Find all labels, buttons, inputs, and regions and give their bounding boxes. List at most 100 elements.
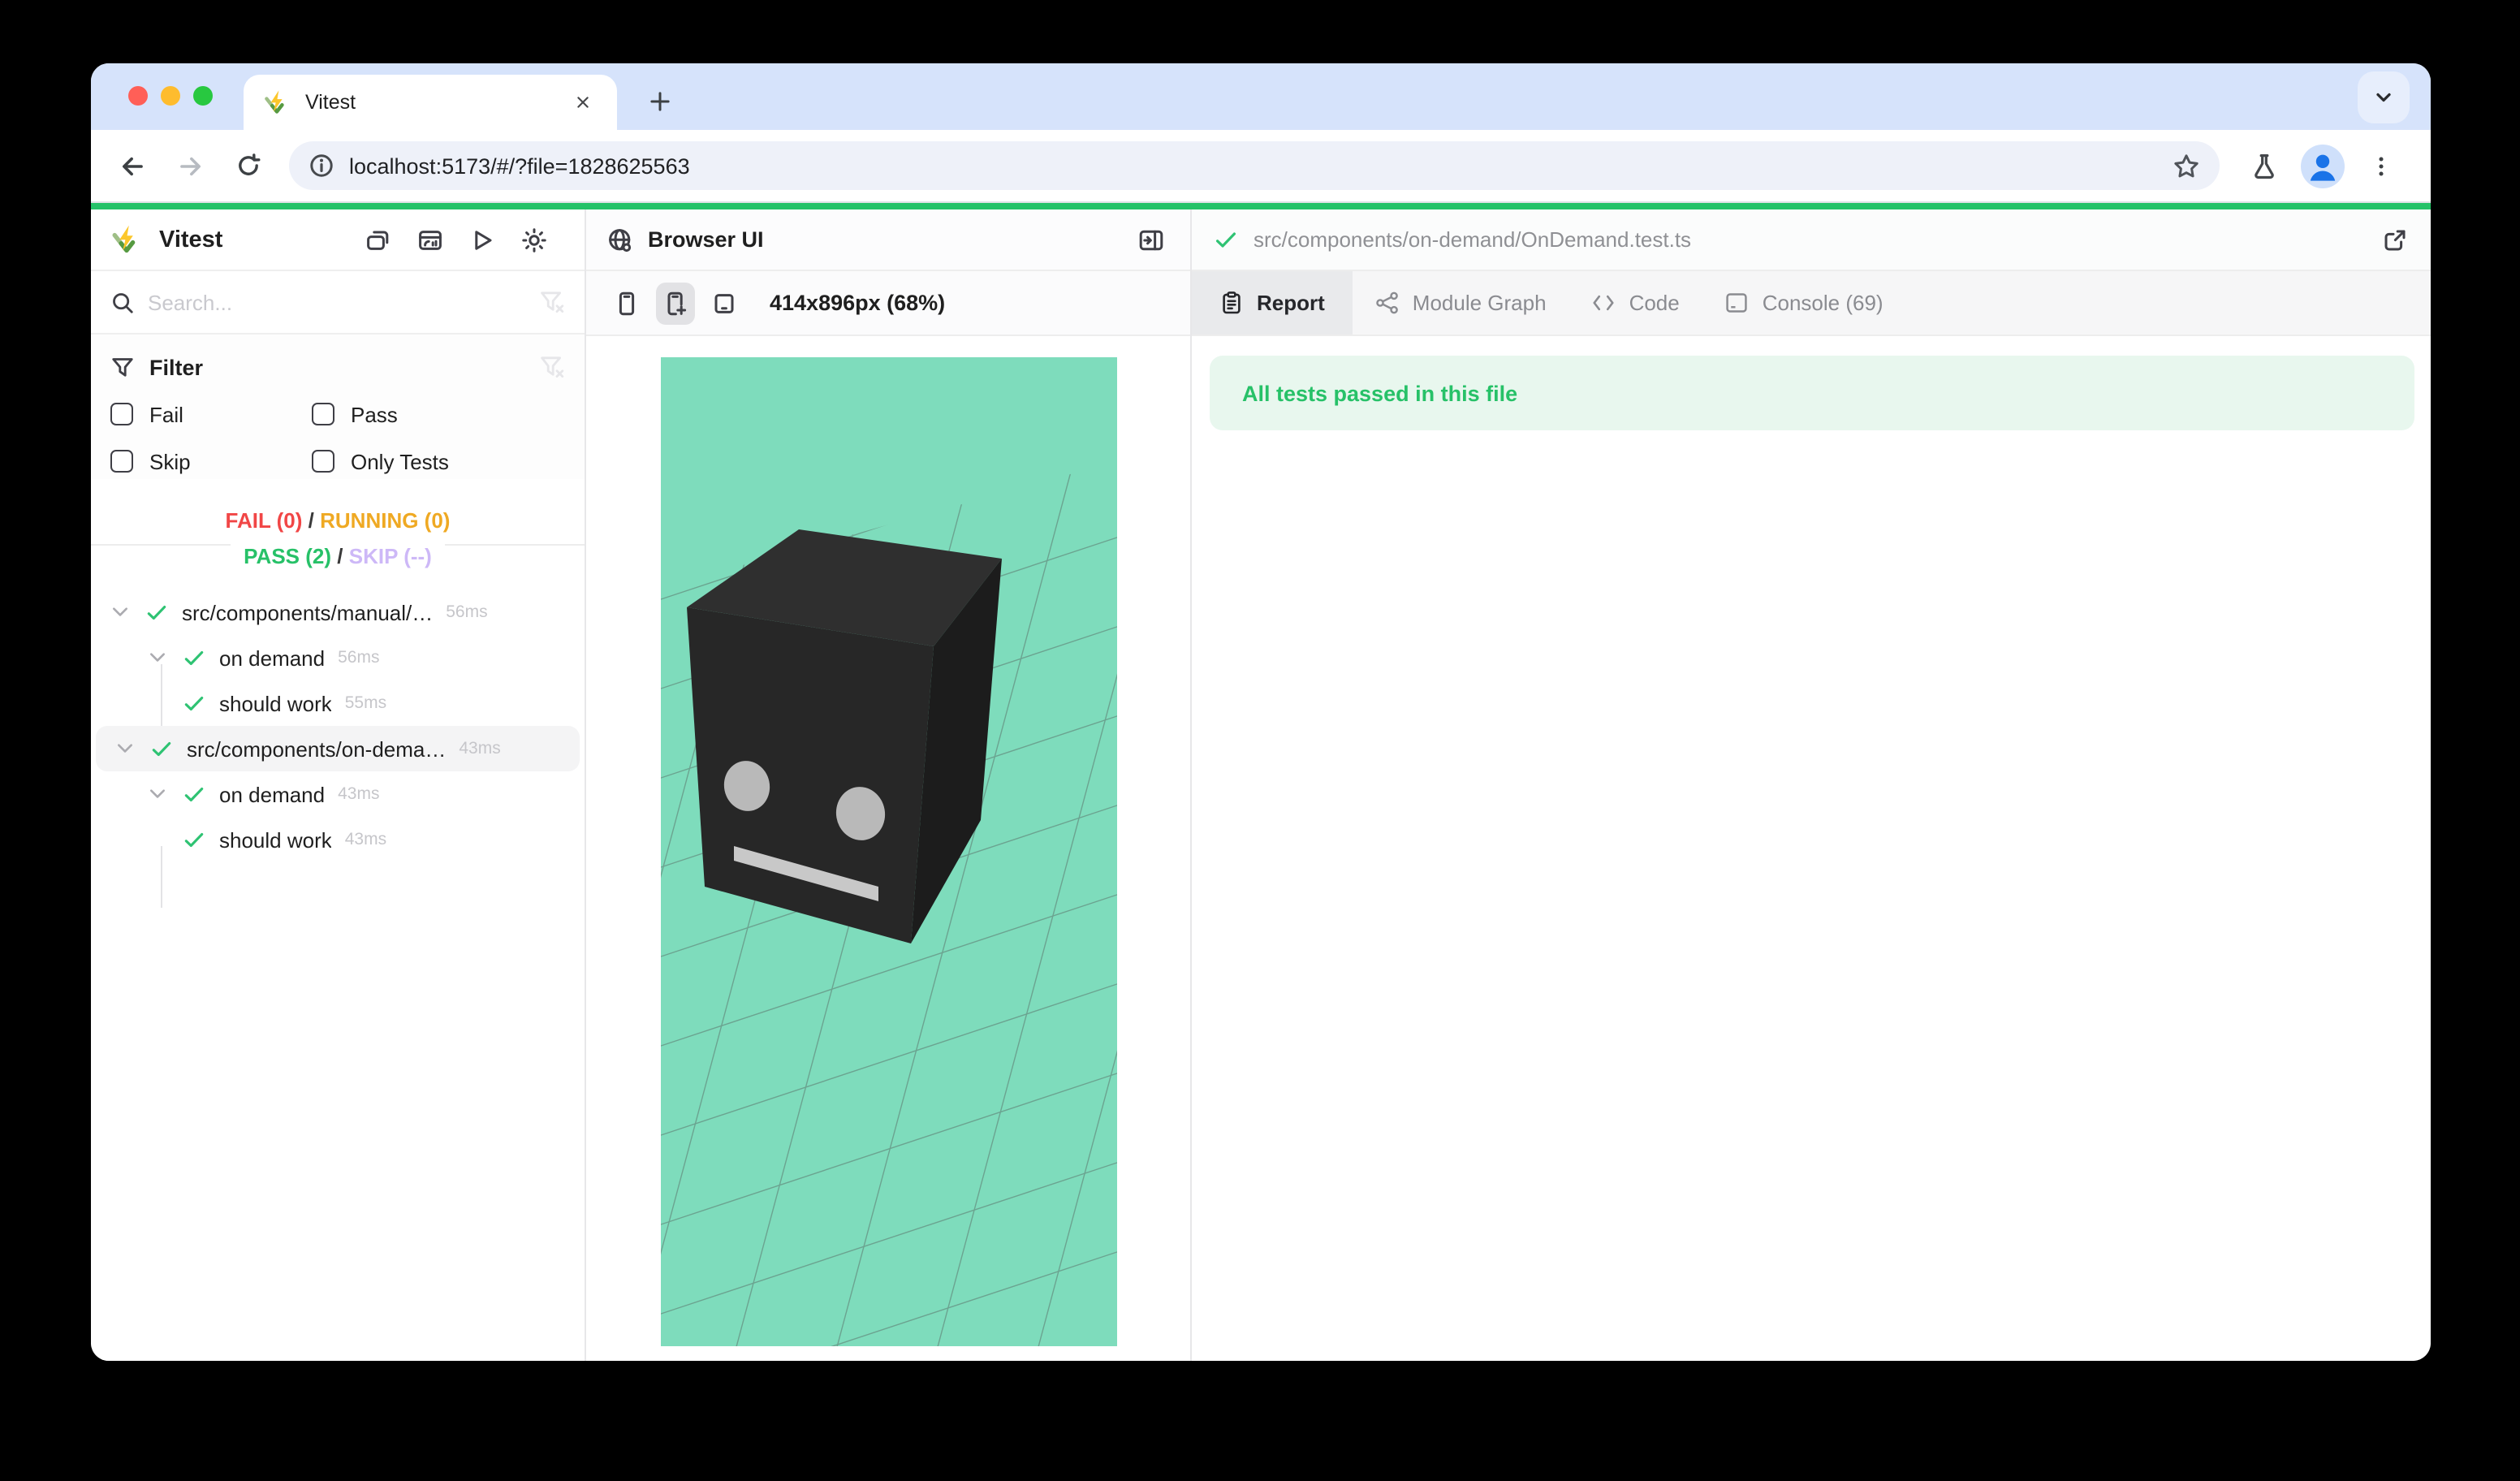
browser-menu-icon[interactable] <box>2356 141 2405 190</box>
banner-text: All tests passed in this file <box>1242 381 1517 405</box>
checkbox[interactable] <box>110 450 133 473</box>
pass-count: PASS (2) <box>244 544 331 568</box>
threejs-scene <box>661 357 1117 1346</box>
dashboard-icon[interactable] <box>412 222 448 257</box>
browser-tab-strip: Vitest <box>91 63 2431 130</box>
back-button[interactable] <box>107 141 156 190</box>
duration-badge: 43ms <box>345 830 386 849</box>
tree-suite-row[interactable]: on demand 56ms <box>91 635 585 680</box>
clipboard-icon <box>1219 291 1244 315</box>
device-phone-icon[interactable] <box>607 282 646 324</box>
tab-report[interactable]: Report <box>1192 271 1353 335</box>
tree-file-row[interactable]: src/components/manual/… 56ms <box>91 589 585 635</box>
filter-checkbox-skip[interactable]: Skip <box>110 443 312 479</box>
reload-button[interactable] <box>224 141 273 190</box>
test-tree: src/components/manual/… 56ms on demand 5… <box>91 589 585 1361</box>
chevron-down-icon[interactable] <box>146 784 169 804</box>
fail-count: FAIL (0) <box>226 508 303 533</box>
report-panel: src/components/on-demand/OnDemand.test.t… <box>1192 209 2431 1361</box>
close-window-button[interactable] <box>128 86 148 106</box>
report-file-path: src/components/on-demand/OnDemand.test.t… <box>1254 227 2382 252</box>
filter-checkbox-only-tests[interactable]: Only Tests <box>312 443 565 479</box>
duration-badge: 56ms <box>338 648 379 667</box>
tree-suite-row[interactable]: on demand 43ms <box>91 771 585 817</box>
code-icon <box>1592 291 1616 315</box>
all-tests-passed-banner: All tests passed in this file <box>1210 356 2414 430</box>
duration-badge: 55ms <box>345 693 386 713</box>
tab-search-chevron-button[interactable] <box>2358 71 2410 123</box>
theme-toggle-sun-icon[interactable] <box>516 222 552 257</box>
test-explorer-sidebar: Vitest <box>91 209 586 1361</box>
report-file-header: src/components/on-demand/OnDemand.test.t… <box>1192 209 2431 271</box>
device-phone-add-icon[interactable] <box>656 282 695 324</box>
report-tab-bar: Report Module Graph Code Console (6 <box>1192 271 2431 336</box>
clear-search-filter-icon[interactable] <box>539 289 565 315</box>
run-all-tests-icon[interactable] <box>464 222 500 257</box>
bookmark-star-icon[interactable] <box>2173 152 2200 179</box>
filter-checkbox-pass[interactable]: Pass <box>312 396 565 432</box>
minimize-window-button[interactable] <box>161 86 180 106</box>
device-tablet-icon[interactable] <box>705 282 744 324</box>
checkbox[interactable] <box>312 450 334 473</box>
pass-check-icon <box>1215 228 1237 251</box>
tab-console[interactable]: Console (69) <box>1702 271 1906 335</box>
checkbox[interactable] <box>312 403 334 425</box>
test-run-summary: FAIL (0) / RUNNING (0) PASS (2) / SKIP (… <box>91 479 585 589</box>
chevron-down-icon[interactable] <box>109 602 132 622</box>
open-in-panel-icon[interactable] <box>1133 222 1169 257</box>
forward-button[interactable] <box>166 141 214 190</box>
preview-title: Browser UI <box>648 227 1133 252</box>
module-graph-icon <box>1375 291 1400 315</box>
vitest-favicon-icon <box>263 89 291 116</box>
pass-check-icon <box>182 784 205 805</box>
chevron-down-icon[interactable] <box>146 648 169 667</box>
tab-module-graph[interactable]: Module Graph <box>1353 271 1569 335</box>
chevron-down-icon[interactable] <box>114 739 136 758</box>
browser-window: Vitest <box>91 63 2431 1361</box>
search-row <box>91 271 585 335</box>
new-tab-button[interactable] <box>636 78 682 123</box>
clear-filters-icon[interactable] <box>539 354 565 380</box>
window-controls <box>128 86 213 106</box>
tab-title: Vitest <box>305 91 568 114</box>
skip-count: SKIP (--) <box>349 544 432 568</box>
duration-badge: 43ms <box>459 739 500 758</box>
external-link-icon[interactable] <box>2382 227 2408 253</box>
tree-test-row[interactable]: should work 43ms <box>91 817 585 862</box>
sidebar-header: Vitest <box>91 209 585 271</box>
filter-funnel-icon <box>110 355 135 379</box>
preview-body <box>586 336 1190 1361</box>
tree-test-row[interactable]: should work 55ms <box>91 680 585 726</box>
device-toolbar: 414x896px (68%) <box>586 271 1190 336</box>
search-icon <box>110 290 135 314</box>
console-icon <box>1725 291 1750 315</box>
search-input[interactable] <box>148 290 539 314</box>
experiments-flask-icon[interactable] <box>2239 141 2288 190</box>
site-info-icon[interactable] <box>309 153 334 179</box>
tab-close-icon[interactable] <box>568 88 598 117</box>
desktop: Vitest <box>0 0 2520 1481</box>
running-count: RUNNING (0) <box>320 508 450 533</box>
browser-preview-canvas[interactable] <box>661 357 1117 1346</box>
url-text[interactable]: localhost:5173/#/?file=1828625563 <box>349 153 2173 178</box>
zoom-window-button[interactable] <box>193 86 213 106</box>
filter-checkbox-fail[interactable]: Fail <box>110 396 312 432</box>
browser-tab[interactable]: Vitest <box>244 75 617 130</box>
vitest-ui-page: Vitest <box>91 203 2431 1361</box>
toggle-windows-icon[interactable] <box>360 222 396 257</box>
pass-check-icon <box>145 602 167 623</box>
tab-code[interactable]: Code <box>1569 271 1702 335</box>
address-bar[interactable]: localhost:5173/#/?file=1828625563 <box>289 141 2220 190</box>
browser-toolbar: localhost:5173/#/?file=1828625563 <box>91 130 2431 203</box>
app-title: Vitest <box>159 227 360 253</box>
duration-badge: 43ms <box>338 784 379 804</box>
tree-file-row-selected[interactable]: src/components/on-dema… 43ms <box>96 726 580 771</box>
checkbox[interactable] <box>110 403 133 425</box>
globe-icon <box>607 227 633 253</box>
duration-badge: 56ms <box>446 602 487 622</box>
profile-avatar[interactable] <box>2298 141 2346 190</box>
filter-section: Filter Fail Pass <box>91 335 585 479</box>
top-accent-bar <box>91 203 2431 209</box>
pass-check-icon <box>182 829 205 850</box>
filter-title: Filter <box>149 355 539 379</box>
